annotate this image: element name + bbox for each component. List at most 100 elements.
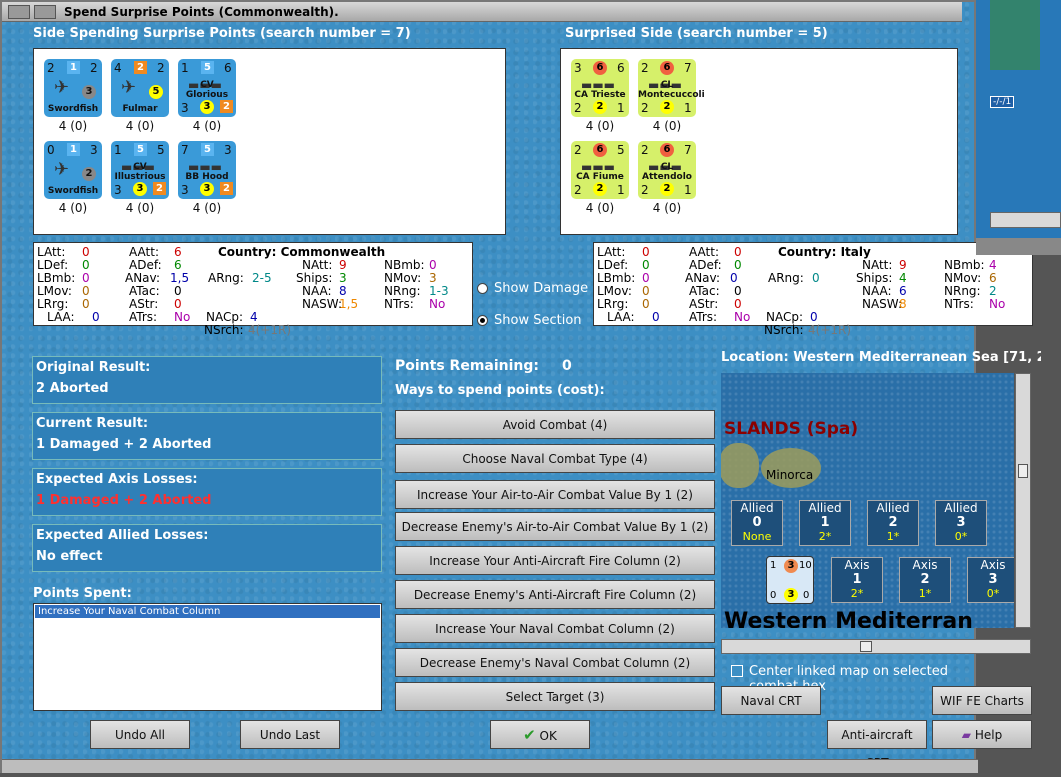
stat-label-nasw: NASW: xyxy=(302,297,343,311)
stat-label-natt: NAtt: xyxy=(862,258,893,272)
unit-stat-b: 6 xyxy=(593,61,607,75)
stat-value-nacp: 4 xyxy=(250,310,258,324)
allied-box-2[interactable]: Allied 2 1* xyxy=(867,500,919,546)
stat-value-nrng: 2 xyxy=(989,284,997,298)
wif-charts-button[interactable]: WIF FE Charts xyxy=(932,686,1032,715)
map-stack-counter[interactable]: 1 3 10 0 3 0 xyxy=(766,556,814,604)
stat-label-lmov: LMov: xyxy=(37,284,72,298)
map-vscroll-thumb[interactable] xyxy=(1018,464,1028,478)
axis-box-title: Axis xyxy=(980,558,1006,572)
unit-stat-l: 2 xyxy=(574,183,582,197)
points-spent-list[interactable]: Increase Your Naval Combat Column xyxy=(33,603,382,711)
unit-counter[interactable]: 7 5 3 ▬▬▬ 3 3 2 BB Hood xyxy=(178,141,236,199)
stat-value-ldef: 0 xyxy=(642,258,650,272)
axis-box-1[interactable]: Axis 1 2* xyxy=(831,557,883,603)
stat-label-ntrs: NTrs: xyxy=(944,297,974,311)
unit-value: 4 (0) xyxy=(585,119,615,133)
show-section-radio[interactable] xyxy=(477,315,488,326)
stat-label-nbmb: NBmb: xyxy=(384,258,425,272)
spend-option-button[interactable]: Increase Your Anti-Aircraft Fire Column … xyxy=(395,546,715,575)
allied-box-1[interactable]: Allied 1 2* xyxy=(799,500,851,546)
unit-stat-l: 3 xyxy=(181,101,189,115)
spend-option-button[interactable]: Decrease Enemy's Air-to-Air Combat Value… xyxy=(395,512,715,541)
unit-stat-r: 1 xyxy=(617,183,625,197)
system-menu-button[interactable] xyxy=(8,5,30,19)
unit-value: 4 (0) xyxy=(58,201,88,215)
spend-option-button[interactable]: Avoid Combat (4) xyxy=(395,410,715,439)
allied-box-0[interactable]: Allied 0 None xyxy=(731,500,783,546)
points-remaining-label: Points Remaining: xyxy=(395,358,540,374)
spend-option-button[interactable]: Decrease Enemy's Anti-Aircraft Fire Colu… xyxy=(395,580,715,609)
axis-box-value: 2* xyxy=(850,587,864,600)
spend-option-button[interactable]: Increase Your Naval Combat Column (2) xyxy=(395,614,715,643)
axis-box-3[interactable]: Axis 3 0* xyxy=(967,557,1014,603)
combat-map[interactable]: SLANDS (Spa) Minorca Allied 0 None Allied 1 2… xyxy=(721,373,1014,628)
unit-counter[interactable]: 1 5 6 ▬▬▬ 3 3 2 CV Glorious xyxy=(178,59,236,117)
axis-box-2[interactable]: Axis 2 1* xyxy=(899,557,951,603)
unit-counter[interactable]: 0 1 3 2 ✈ Swordfish xyxy=(44,141,102,199)
undo-all-button[interactable]: Undo All xyxy=(90,720,190,749)
undo-last-button[interactable]: Undo Last xyxy=(240,720,340,749)
unit-counter[interactable]: 1 5 5 ▬▬▬ 3 3 2 CV Illustrious xyxy=(111,141,169,199)
naval-crt-button[interactable]: Naval CRT xyxy=(721,686,821,715)
stat-value-lrrg: 0 xyxy=(82,297,90,311)
spend-option-button[interactable]: Decrease Enemy's Naval Combat Column (2) xyxy=(395,648,715,677)
spend-option-button[interactable]: Increase Your Air-to-Air Combat Value By… xyxy=(395,480,715,509)
spend-option-button[interactable]: Choose Naval Combat Type (4) xyxy=(395,444,715,473)
spend-option-button[interactable]: Select Target (3) xyxy=(395,682,715,711)
stat-label-latt: LAtt: xyxy=(597,245,626,259)
stat-value-natt: 9 xyxy=(339,258,347,272)
axis-box-value: 0* xyxy=(986,587,1000,600)
center-map-checkbox[interactable] xyxy=(731,665,743,677)
unit-stat-l: 2 xyxy=(641,183,649,197)
unit-counter[interactable]: 3 6 6 ▬▬▬ CA Trieste 2 2 1 xyxy=(571,59,629,117)
stat-label-ships: Ships: xyxy=(296,271,333,285)
stat-value-atrs: No xyxy=(734,310,751,324)
unit-counter[interactable]: 2 6 7 ▬▬▬ CL Attendolo 2 2 1 xyxy=(638,141,696,199)
allied-losses-value: No effect xyxy=(36,549,103,564)
axis-box-number: 3 xyxy=(988,572,998,587)
unit-stat-m: 3 xyxy=(133,182,147,196)
stat-value-nbmb: 4 xyxy=(989,258,997,272)
unit-stat-a: 1 xyxy=(181,61,189,75)
side-map-land xyxy=(990,0,1040,70)
location-label: Location: Western Mediterranean Sea [71,… xyxy=(721,350,1041,365)
unit-stat-m: 2 xyxy=(660,100,674,114)
show-damage-radio[interactable] xyxy=(477,283,488,294)
aa-crt-button[interactable]: Anti-aircraft CRT xyxy=(827,720,927,770)
title-bar: Spend Surprise Points (Commonwealth). xyxy=(2,2,962,22)
unit-stat-m: 2 xyxy=(660,182,674,196)
unit-counter[interactable]: 2 1 2 3 ✈ Swordfish xyxy=(44,59,102,117)
stat-label-ldef: LDef: xyxy=(37,258,69,272)
minimize-button[interactable] xyxy=(34,5,56,19)
unit-stat-r: 2 xyxy=(220,100,233,113)
unit-counter[interactable]: 2 6 5 ▬▬▬ CA Fiume 2 2 1 xyxy=(571,141,629,199)
points-spent-item[interactable]: Increase Your Naval Combat Column xyxy=(35,605,380,618)
stat-label-atrs: ATrs: xyxy=(689,310,718,324)
unit-stat-c: 3 xyxy=(224,143,232,157)
unit-counter[interactable]: 4 2 2 5 ✈ Fulmar xyxy=(111,59,169,117)
stack-c: 10 xyxy=(799,560,812,571)
unit-stat-c: 2 xyxy=(157,61,165,75)
stat-label-arng: ARng: xyxy=(768,271,804,285)
map-hscroll-thumb[interactable] xyxy=(860,641,872,652)
allied-box-3[interactable]: Allied 3 0* xyxy=(935,500,987,546)
side-map[interactable]: -/-/1 xyxy=(976,0,1061,255)
stat-label-nrng: NRng: xyxy=(944,284,981,298)
axis-losses-value: 1 Damaged + 2 Aborted xyxy=(36,493,212,508)
right-stats-panel: LAtt: 0 LDef: 0 LBmb: 0 LMov: 0 LRrg: 0 LAA: 0 AAtt:… xyxy=(593,242,1033,337)
stat-label-laa: LAA: xyxy=(47,310,75,324)
unit-stat-a: 2 xyxy=(641,143,649,157)
allied-box-number: 0 xyxy=(752,515,762,530)
map-horizontal-scrollbar[interactable] xyxy=(721,639,1031,654)
side-map-scrollbar[interactable] xyxy=(990,212,1061,228)
stat-value-latt: 0 xyxy=(642,245,650,259)
stat-label-ldef: LDef: xyxy=(597,258,629,272)
help-button[interactable]: ▰ Help xyxy=(932,720,1032,749)
map-vertical-scrollbar[interactable] xyxy=(1015,373,1031,628)
plane-icon: ✈ xyxy=(54,77,70,98)
unit-counter[interactable]: 2 6 7 ▬▬▬ CL Montecuccoli 2 2 1 xyxy=(638,59,705,117)
ok-button[interactable]: ✔ OK xyxy=(490,720,590,749)
unit-stat-bottom: 3 xyxy=(82,85,96,99)
unit-stat-m: 2 xyxy=(593,100,607,114)
